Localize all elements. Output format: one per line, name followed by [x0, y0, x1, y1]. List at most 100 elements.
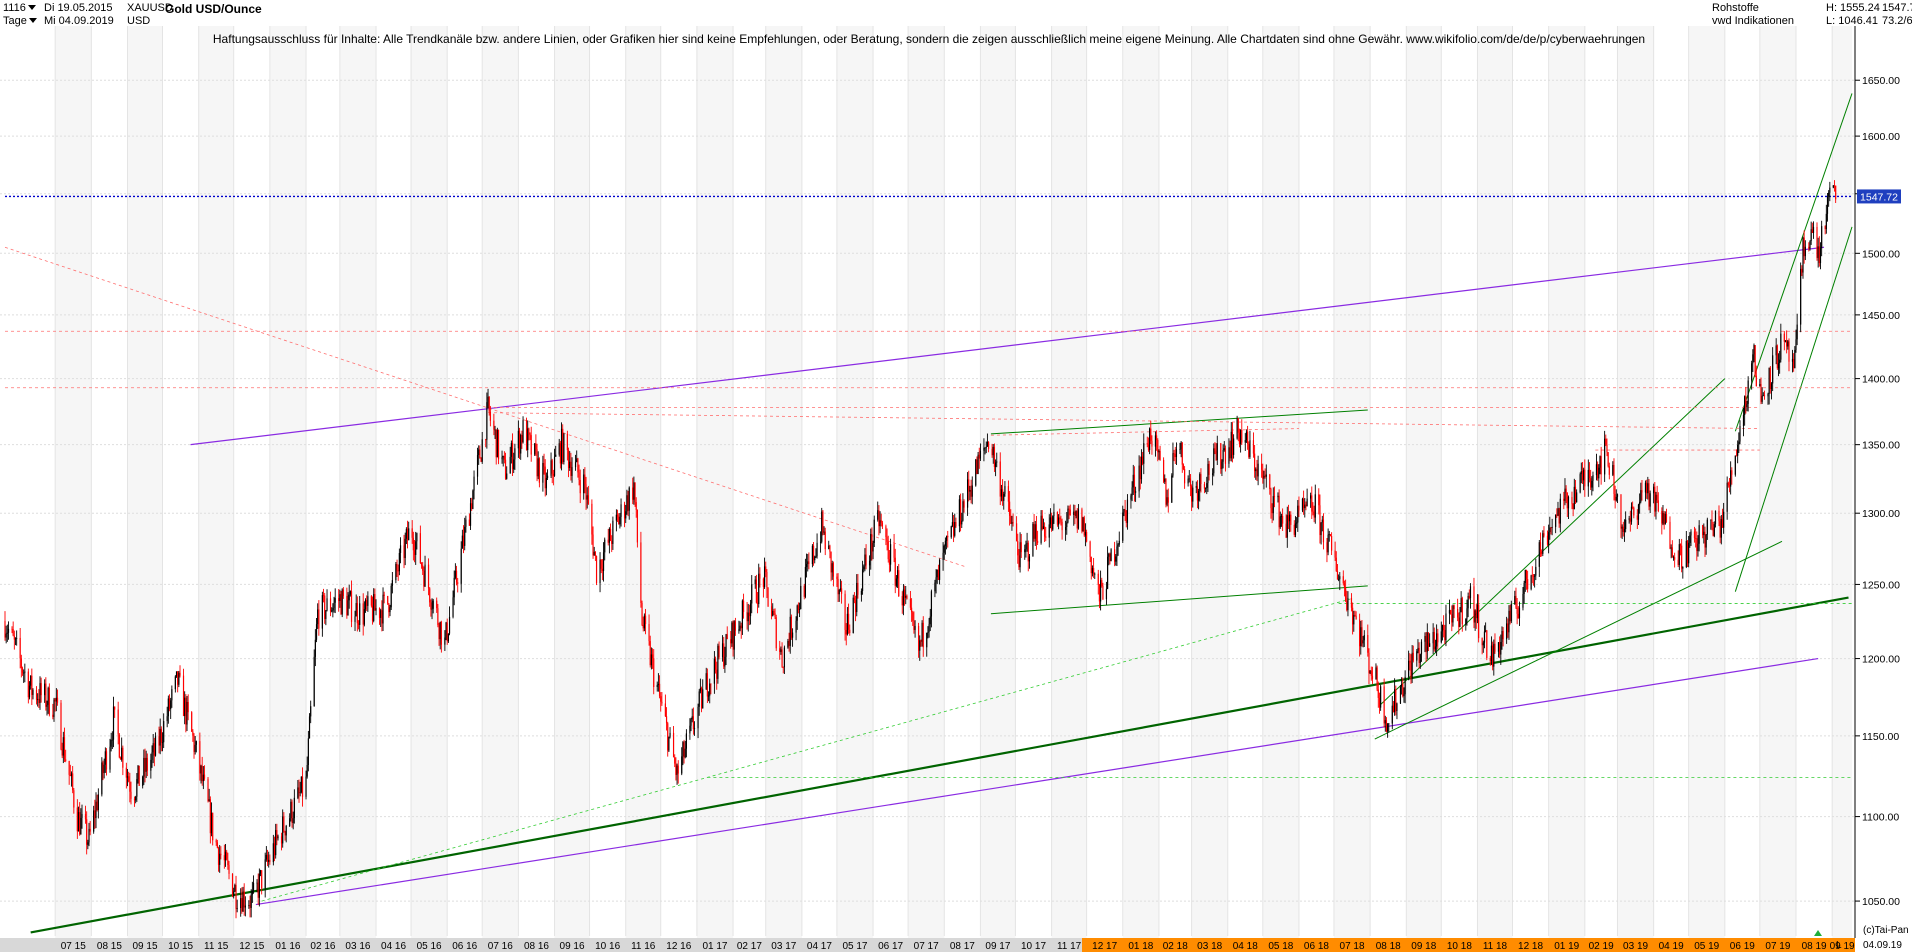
candle-body — [1623, 529, 1626, 533]
candle-body — [1012, 522, 1014, 524]
x-tick-label: 05 17 — [842, 941, 867, 952]
candle-body — [1546, 535, 1549, 545]
candle-body — [1263, 475, 1265, 479]
candle-body — [1640, 490, 1642, 502]
candle-body — [1298, 505, 1300, 511]
candle-body — [1622, 526, 1624, 533]
candle-body — [429, 588, 431, 603]
x-tick-label: 08 15 — [97, 941, 122, 952]
month-band — [1262, 26, 1299, 938]
candle-body — [1010, 515, 1012, 524]
candle-body — [1731, 470, 1733, 475]
candle-body — [168, 698, 171, 710]
candle-body — [224, 851, 227, 861]
candle-body — [1440, 631, 1442, 643]
candle-body — [1534, 575, 1536, 577]
candle-body — [1043, 526, 1046, 537]
candle-body — [560, 428, 563, 464]
candle-body — [1795, 339, 1797, 350]
candle-body — [1175, 449, 1178, 458]
candle-body — [1320, 522, 1322, 536]
candle-body — [234, 885, 236, 892]
candle-body — [231, 873, 234, 897]
candle-body — [1492, 645, 1494, 667]
candle-body — [658, 683, 661, 697]
candle-body — [317, 609, 319, 625]
candle-body — [1574, 486, 1577, 503]
candle-body — [266, 854, 269, 862]
candle-body — [30, 675, 32, 686]
candle-body — [1233, 438, 1235, 455]
candle-body — [615, 514, 617, 521]
candle-body — [702, 689, 704, 709]
candle-body — [252, 882, 255, 891]
candle-body — [297, 787, 299, 798]
candle-body — [1126, 499, 1129, 523]
candle-body — [1350, 597, 1353, 608]
candle-body — [70, 773, 73, 776]
candle-body — [212, 812, 214, 841]
candle-body — [128, 776, 130, 782]
candle-body — [318, 609, 320, 629]
candle-body — [927, 632, 929, 633]
candle-body — [545, 478, 547, 489]
candle-body — [1443, 624, 1445, 631]
candle-body — [488, 396, 490, 412]
candle-body — [404, 538, 406, 559]
candle-body — [800, 585, 802, 610]
candle-body — [1775, 345, 1777, 356]
candle-body — [653, 658, 655, 687]
candle-body — [1418, 647, 1420, 663]
candle-body — [1465, 618, 1467, 625]
bar-count-select[interactable]: 1116 — [3, 2, 39, 15]
candle-body — [886, 537, 888, 542]
candle-body — [1735, 455, 1738, 457]
price-chart[interactable]: 1050.00 1100.00 1150.00 1200.00 1250.00 1300.… — [0, 0, 1912, 952]
candle-body — [1468, 595, 1470, 599]
candle-body — [153, 743, 155, 756]
candle-body — [1319, 505, 1321, 536]
candle-body — [145, 757, 147, 772]
candle-body — [1698, 525, 1700, 544]
candle-body — [644, 615, 647, 625]
candle-body — [154, 736, 157, 756]
candle-body — [68, 760, 70, 775]
candle-body — [210, 812, 213, 834]
candle-body — [1020, 542, 1022, 553]
candle-body — [468, 519, 470, 526]
candle-body — [642, 624, 644, 629]
candle-body — [19, 637, 21, 659]
candle-body — [322, 595, 325, 596]
candle-body — [1090, 556, 1092, 574]
x-tick-label: 03 16 — [345, 941, 370, 952]
candle-body — [1427, 632, 1430, 647]
candle-body — [1728, 485, 1731, 487]
candle-body — [1256, 469, 1258, 477]
candle-body — [14, 638, 17, 640]
last-price-label: 1547.72 — [1860, 191, 1898, 203]
candle-body — [200, 765, 202, 774]
candle-body — [542, 463, 544, 483]
candle-body — [1501, 631, 1503, 642]
candle-body — [375, 608, 377, 611]
candle-body — [21, 668, 24, 673]
period-select[interactable]: Tage — [3, 15, 40, 28]
candle-body — [40, 683, 42, 696]
candle-body — [62, 737, 64, 756]
candle-body — [1801, 268, 1803, 273]
candle-body — [1180, 442, 1182, 450]
candle-body — [1338, 579, 1340, 581]
candle-body — [1595, 464, 1598, 476]
candle-body — [994, 462, 997, 467]
month-band — [1688, 26, 1725, 938]
candle-body — [690, 719, 692, 726]
candle-body — [650, 654, 652, 666]
candle-body — [1081, 509, 1083, 532]
candle-body — [569, 461, 571, 468]
high-label: H: 1555.24 — [1826, 2, 1880, 14]
candle-body — [1556, 514, 1558, 516]
scale-mode-label[interactable]: L — [1836, 939, 1842, 952]
candle-body — [1247, 431, 1249, 444]
candle-body — [448, 616, 451, 634]
candle-body — [1473, 586, 1475, 623]
